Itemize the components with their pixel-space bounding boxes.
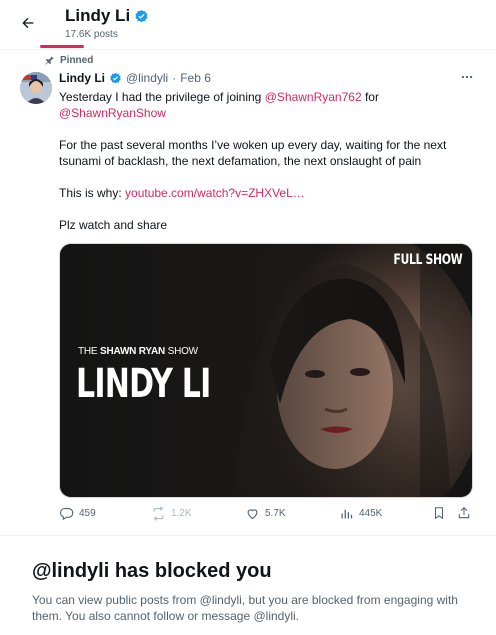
- tweet-media[interactable]: FULL SHOW THE SHAWN RYAN SHOW LINDY LI: [59, 243, 473, 498]
- tweet-text-line1: Yesterday I had the privilege of joining…: [59, 89, 469, 105]
- repost-button[interactable]: 1.2K: [151, 506, 192, 521]
- youtube-link[interactable]: youtube.com/watch?v=ZHXVeL…: [125, 186, 305, 200]
- section-divider: [0, 535, 496, 536]
- reply-icon: [60, 507, 74, 521]
- tweet-text-prefix: Yesterday I had the privilege of joining: [59, 90, 265, 104]
- reply-count: 459: [79, 508, 96, 519]
- tweet-closing: Plz watch and share: [59, 218, 168, 232]
- tweet-header: Lindy Li @lindyli · Feb 6: [59, 71, 211, 85]
- blocked-message: You can view public posts from @lindyli,…: [32, 593, 458, 623]
- mention-shawnryanshow[interactable]: @ShawnRyanShow: [59, 106, 166, 120]
- bookmark-button[interactable]: [432, 506, 446, 520]
- verified-badge-icon: [135, 9, 148, 22]
- more-options-button[interactable]: [460, 70, 474, 87]
- profile-title: Lindy Li: [65, 6, 149, 26]
- post-count: 17.6K posts: [65, 29, 118, 40]
- meta-separator: ·: [172, 71, 177, 85]
- guest-name: LINDY LI: [76, 361, 211, 407]
- like-count: 5.7K: [265, 508, 286, 519]
- blocked-title: @lindyli has blocked you: [32, 560, 272, 582]
- pin-icon: [45, 56, 54, 65]
- more-icon: [461, 75, 473, 79]
- analytics-icon: [341, 509, 353, 519]
- tweet-text-suffix: for: [361, 90, 379, 104]
- pinned-text: Pinned: [60, 55, 94, 66]
- full-show-badge: FULL SHOW: [393, 252, 462, 268]
- heart-icon: [247, 509, 258, 520]
- tweet-actions: 459 1.2K 5.7K 445K: [59, 506, 479, 526]
- verified-badge-icon: [110, 72, 121, 83]
- show-prefix: THE: [78, 346, 100, 357]
- repost-count: 1.2K: [171, 508, 192, 519]
- tweet-paragraph: For the past several months I’ve woken u…: [59, 138, 447, 168]
- views-button[interactable]: 445K: [339, 506, 382, 521]
- why-prefix: This is why:: [59, 186, 126, 200]
- author-handle[interactable]: @lindyli: [126, 71, 168, 85]
- tweet-date[interactable]: Feb 6: [180, 71, 211, 85]
- show-suffix: SHOW: [165, 346, 199, 357]
- bookmark-icon: [434, 507, 444, 520]
- show-name: SHAWN RYAN: [99, 346, 166, 357]
- back-button[interactable]: [14, 9, 42, 37]
- reply-button[interactable]: 459: [59, 506, 96, 521]
- arrow-left-icon: [22, 17, 34, 29]
- repost-icon: [153, 506, 164, 521]
- share-button[interactable]: [457, 506, 471, 520]
- show-name-line: THE SHAWN RYAN SHOW: [78, 346, 198, 357]
- share-icon: [458, 507, 470, 519]
- header-divider: [0, 49, 496, 50]
- profile-name: Lindy Li: [65, 6, 131, 25]
- mention-shawnryan762[interactable]: @ShawnRyan762: [265, 90, 362, 104]
- author-name[interactable]: Lindy Li: [59, 71, 105, 85]
- pinned-label: Pinned: [44, 55, 93, 66]
- like-button[interactable]: 5.7K: [245, 506, 286, 521]
- tweet-text-line2: @ShawnRyanShow: [59, 105, 469, 121]
- profile-header: Lindy Li 17.6K posts: [0, 0, 496, 50]
- tweet-why-line: This is why: youtube.com/watch?v=ZHXVeL…: [59, 185, 469, 201]
- avatar[interactable]: [20, 72, 52, 104]
- avatar-image: [20, 72, 52, 104]
- view-count: 445K: [359, 508, 383, 519]
- active-tab-indicator: [40, 45, 84, 48]
